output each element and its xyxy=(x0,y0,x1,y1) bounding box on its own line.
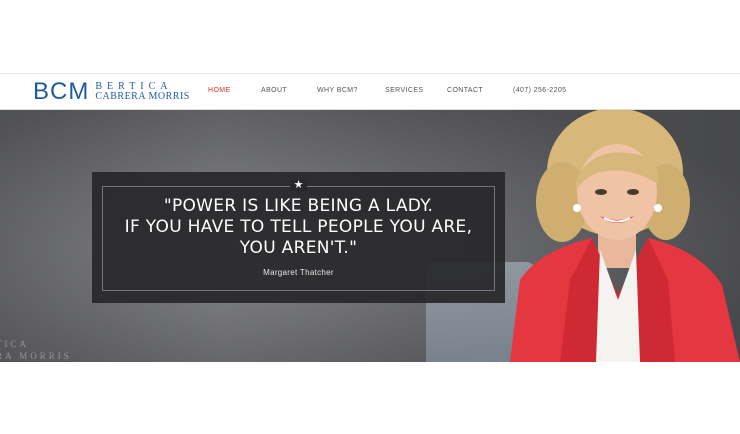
watermark-line-1: TICA xyxy=(0,339,29,349)
nav-services[interactable]: SERVICES xyxy=(385,87,423,94)
quote-line-2: IF YOU HAVE TO TELL PEOPLE YOU ARE, xyxy=(124,217,473,237)
portrait-photo xyxy=(510,110,740,362)
logo-wordmark: BERTICA CABRERA MORRIS xyxy=(95,82,190,102)
nav-phone-number[interactable]: (407) 256-2205 xyxy=(513,87,566,94)
nav-why-bcm[interactable]: WHY BCM? xyxy=(317,87,358,94)
nav-about[interactable]: ABOUT xyxy=(261,87,287,94)
star-icon: ★ xyxy=(289,180,308,191)
background-watermark: TICA RA MORRIS xyxy=(0,338,72,362)
nav-contact[interactable]: CONTACT xyxy=(447,87,483,94)
top-navigation-bar: BCM BERTICA CABRERA MORRIS HOME ABOUT WH… xyxy=(0,73,740,110)
quote-line-1: "POWER IS LIKE BEING A LADY. xyxy=(163,196,434,216)
logo-line-2: CABRERA MORRIS xyxy=(95,91,190,102)
logo-mark: BCM xyxy=(33,78,90,105)
quote-card: ★ "POWER IS LIKE BEING A LADY. IF YOU HA… xyxy=(92,172,505,303)
nav-home[interactable]: HOME xyxy=(208,87,231,94)
quote-text: "POWER IS LIKE BEING A LADY. IF YOU HAVE… xyxy=(92,196,505,259)
watermark-line-2: RA MORRIS xyxy=(0,351,72,361)
quote-author: Margaret Thatcher xyxy=(263,268,334,277)
quote-line-3: YOU AREN'T." xyxy=(239,238,358,258)
bcm-logo[interactable]: BCM BERTICA CABRERA MORRIS xyxy=(33,76,190,108)
